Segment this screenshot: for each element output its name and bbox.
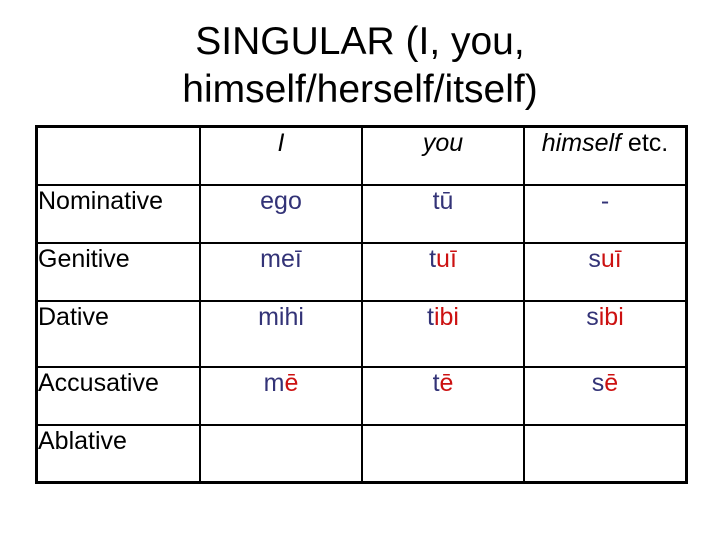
form-stem: s (591, 368, 605, 397)
form-ending: ibi (598, 302, 624, 331)
table-row-genitive: Genitive meī tuī suī (35, 241, 688, 302)
case-label: Ablative (35, 423, 201, 484)
form-stem: t (427, 302, 434, 331)
form-cell-you: tū (361, 183, 525, 244)
case-label: Accusative (35, 365, 201, 426)
form-cell-you: tibi (361, 299, 525, 368)
form-cell-self: sibi (523, 299, 688, 368)
form-cell-self: sē (523, 365, 688, 426)
form-cell-I: mihi (199, 299, 363, 368)
title-line-1: SINGULAR (I, you, (195, 20, 525, 63)
form-stem: t (429, 244, 437, 273)
form-stem: mihi (258, 302, 304, 331)
form-ending: ē (439, 368, 454, 397)
form-ending: ibi (433, 302, 459, 331)
form-cell-I: meī (199, 241, 363, 302)
header-I: I (199, 125, 363, 186)
table-row-dative: Dative mihi tibi sibi (35, 299, 688, 368)
form-stem: m (263, 368, 285, 397)
case-label: Dative (35, 299, 201, 368)
form-stem: meī (260, 244, 302, 273)
form-stem: s (588, 244, 601, 273)
form-stem: s (586, 302, 599, 331)
form-cell-self: - (523, 183, 688, 244)
form-cell-self (523, 423, 688, 484)
form-ending: ē (604, 368, 619, 397)
header-you: you (361, 125, 525, 186)
header-himself: himself etc. (523, 125, 688, 186)
form-ending: uī (436, 244, 457, 273)
header-corner-cell (35, 125, 201, 186)
form-cell-you: tē (361, 365, 525, 426)
form-ending: ē (284, 368, 299, 397)
form-cell-I: mē (199, 365, 363, 426)
header-himself-etc: etc. (620, 129, 669, 157)
table-row-ablative: Ablative (35, 423, 688, 484)
header-himself-italic: himself (541, 129, 621, 157)
form-ending: uī (600, 244, 622, 273)
pronoun-declension-table: I you himself etc. Nominative ego tū - G… (35, 125, 688, 484)
form-cell-I (199, 423, 363, 484)
slide-title: SINGULAR (I, you, himself/herself/itself… (0, 18, 720, 114)
form-stem: t (432, 368, 440, 397)
table-row-accusative: Accusative mē tē sē (35, 365, 688, 426)
form-cell-you (361, 423, 525, 484)
case-label: Nominative (35, 183, 201, 244)
case-label: Genitive (35, 241, 201, 302)
title-line-2: himself/herself/itself) (182, 68, 538, 111)
header-row: I you himself etc. (35, 125, 688, 186)
table-row-nominative: Nominative ego tū - (35, 183, 688, 244)
form-cell-self: suī (523, 241, 688, 302)
form-stem: - (600, 186, 610, 215)
form-stem: ego (260, 186, 302, 215)
form-cell-I: ego (199, 183, 363, 244)
form-cell-you: tuī (361, 241, 525, 302)
form-stem: tū (432, 186, 454, 215)
